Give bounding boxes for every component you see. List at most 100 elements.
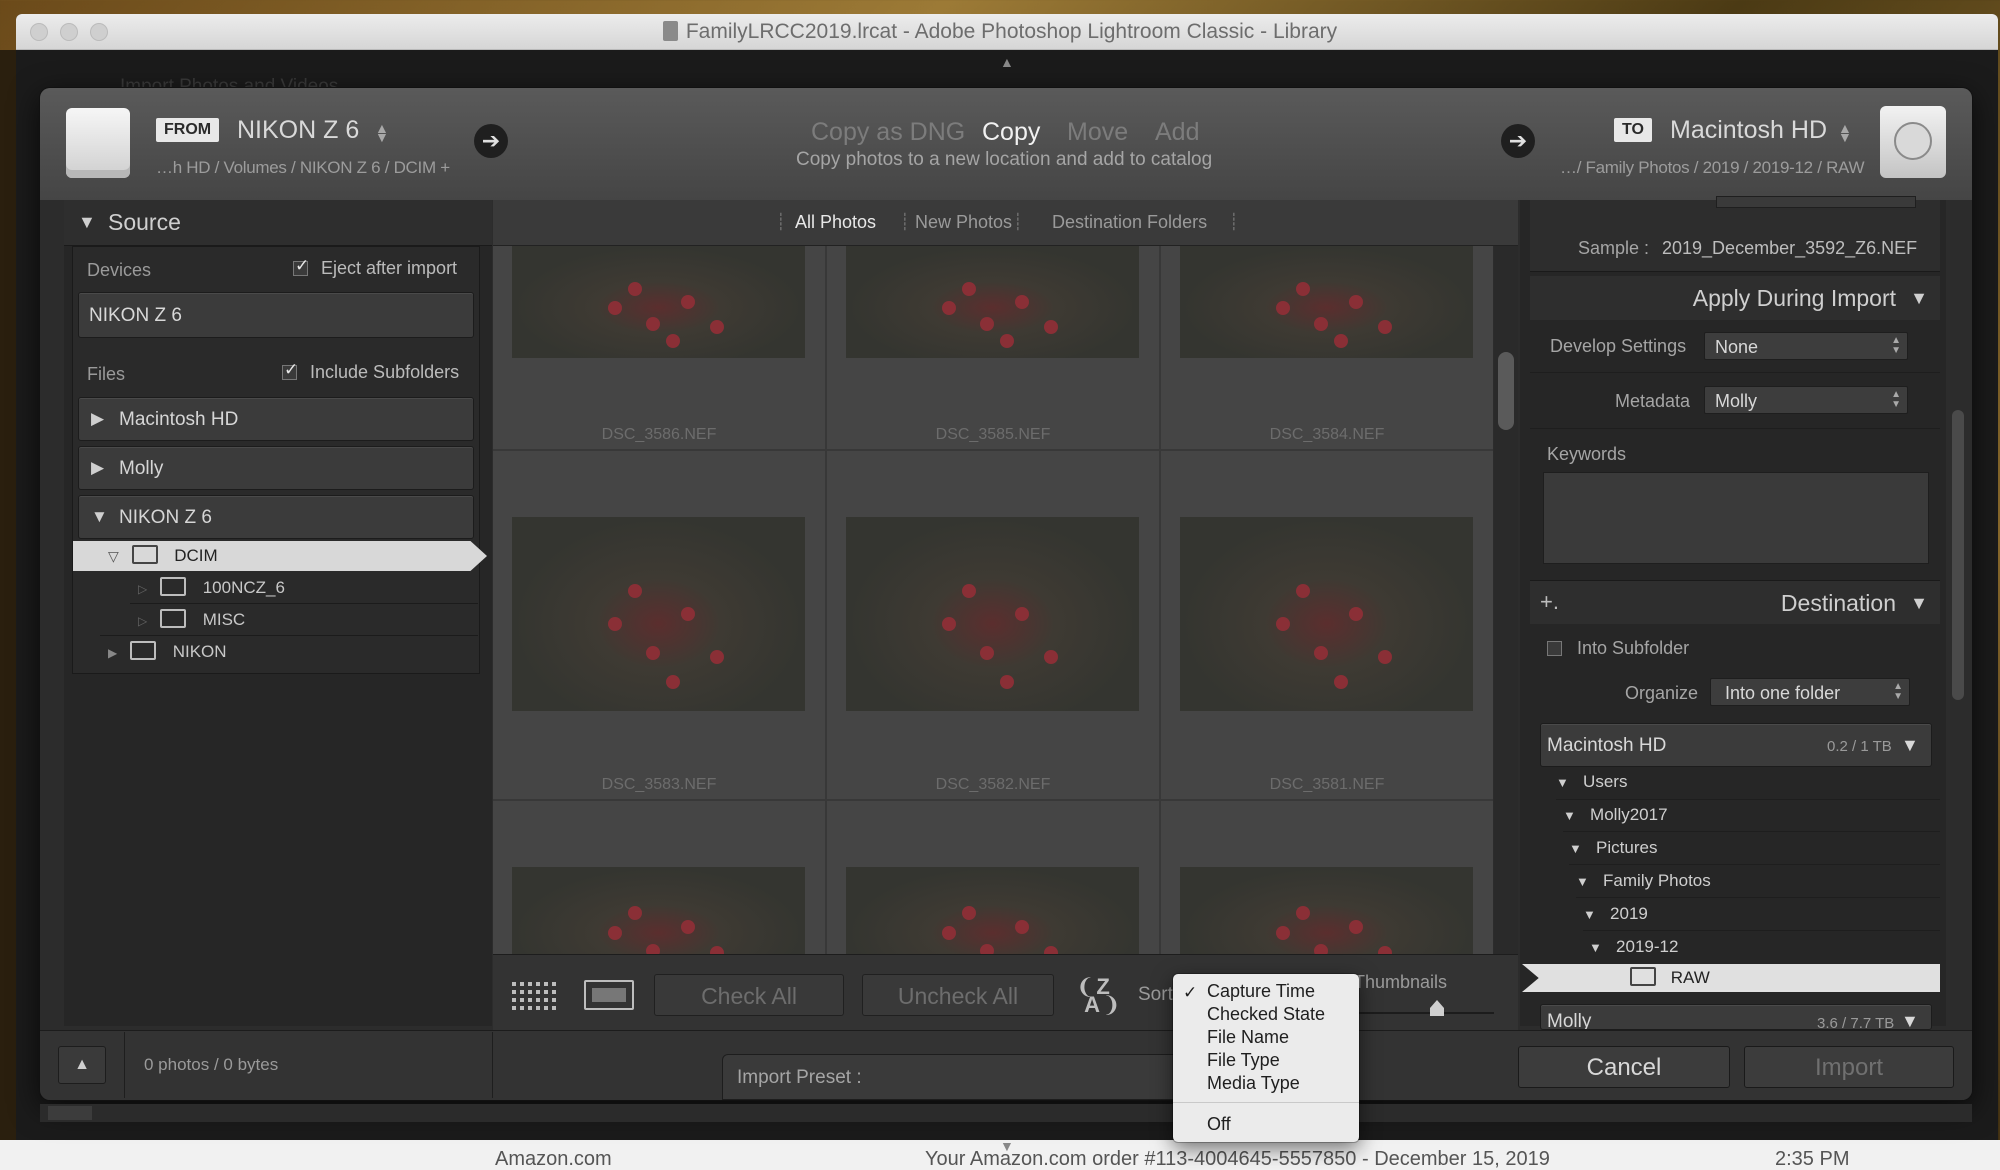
include-subfolders-checkbox[interactable] <box>282 360 298 380</box>
collapse-triangle-icon: ▼ <box>1576 874 1589 889</box>
collapse-triangle-icon: ▼ <box>1583 907 1596 922</box>
radish-dot <box>680 920 695 934</box>
to-badge: TO <box>1614 118 1652 142</box>
photo-cell[interactable]: DSC_3585.NEF <box>827 246 1161 451</box>
folder-name: 100NCZ_6 <box>202 578 285 597</box>
import-preset-bar[interactable]: Import Preset : <box>722 1054 1182 1100</box>
radish-dot <box>962 905 977 920</box>
photo-cell[interactable] <box>827 801 1161 954</box>
into-subfolder-checkbox[interactable] <box>1547 641 1562 656</box>
photo-filename: DSC_3585.NEF <box>935 426 1051 443</box>
mode-copy-as-dng[interactable]: Copy as DNG <box>811 118 965 147</box>
destination-header[interactable]: +. Destination ▼ <box>1530 580 1940 624</box>
radish-dot <box>645 944 660 954</box>
photo-cell[interactable]: DSC_3581.NEF <box>1161 451 1493 801</box>
file-renaming-section: Sample : 2019_December_3592_Z6.NEF <box>1530 196 1940 272</box>
include-subfolders-option[interactable]: Include Subfolders <box>282 360 459 383</box>
tree-item-dcim[interactable]: ▽ DCIM <box>108 545 218 566</box>
add-plus-icon[interactable]: +. <box>1540 589 1559 615</box>
photo-thumbnail <box>1180 246 1473 358</box>
source-stepper-icon[interactable]: ▲ ▼ <box>375 121 389 144</box>
radish-dot <box>1000 674 1015 689</box>
photo-cell[interactable] <box>1161 801 1493 954</box>
photo-thumbnail <box>1180 867 1473 954</box>
tree-item-misc[interactable]: ▷ MISC <box>138 609 245 630</box>
destination-title: Destination <box>1780 590 1896 616</box>
loupe-view-icon[interactable] <box>584 980 634 1010</box>
photo-cell[interactable]: DSC_3583.NEF <box>493 451 827 801</box>
radish-dot <box>941 300 956 315</box>
photo-cell[interactable] <box>493 801 827 954</box>
dest-tree-pictures[interactable]: ▼ Pictures <box>1569 838 1657 858</box>
sort-option-off[interactable]: Off <box>1207 1114 1231 1135</box>
volume-nikon-z6[interactable]: ▼ NIKON Z 6 <box>78 495 474 539</box>
destination-drive-name[interactable]: Macintosh HD <box>1670 116 1827 145</box>
photo-cell[interactable]: DSC_3586.NEF <box>493 246 827 451</box>
grid-scrollbar-thumb[interactable] <box>1498 352 1514 430</box>
metadata-value: Molly <box>1715 391 1758 411</box>
grid-view-icon[interactable] <box>512 980 560 1010</box>
radish-dot <box>979 645 994 660</box>
source-path[interactable]: …h HD / Volumes / NIKON Z 6 / DCIM + <box>156 158 450 178</box>
tab-new-photos[interactable]: New Photos <box>915 212 1012 233</box>
dest-tree-2019[interactable]: ▼ 2019 <box>1583 904 1648 924</box>
sort-option-file-type[interactable]: File Type <box>1207 1050 1280 1071</box>
cancel-button[interactable]: Cancel <box>1518 1046 1730 1088</box>
tree-item-nikon[interactable]: ▶ NIKON <box>108 641 227 662</box>
eject-after-import-option[interactable]: Eject after import <box>293 256 457 279</box>
folder-icon <box>159 577 186 596</box>
source-device-name[interactable]: NIKON Z 6 <box>237 116 359 145</box>
develop-settings-dropdown[interactable]: None ▲ ▼ <box>1704 332 1908 360</box>
keywords-input[interactable] <box>1543 472 1929 564</box>
mode-move[interactable]: Move <box>1067 118 1128 147</box>
import-button[interactable]: Import <box>1744 1046 1954 1088</box>
thumbnails-label: Thumbnails <box>1354 972 1448 992</box>
expand-triangle-icon: ▶ <box>108 646 118 660</box>
settings-scrollbar-thumb[interactable] <box>1952 410 1964 700</box>
collapse-bottom-arrow-icon[interactable]: ▼ <box>1000 1138 1014 1154</box>
tree-item-100ncz6[interactable]: ▷ 100NCZ_6 <box>138 577 285 598</box>
volume-molly[interactable]: ▶ Molly <box>78 446 474 490</box>
destination-volume-molly[interactable]: Molly 3.6 / 7.7 TB ▼ <box>1540 1004 1932 1030</box>
uncheck-all-button[interactable]: Uncheck All <box>862 974 1054 1016</box>
dest-tree-users[interactable]: ▼ Users <box>1556 772 1627 792</box>
thumbnail-size-slider[interactable] <box>1358 1012 1494 1014</box>
destination-stepper-icon[interactable]: ▲ ▼ <box>1838 121 1852 144</box>
apply-during-import-header[interactable]: Apply During Import ▼ <box>1530 276 1940 320</box>
destination-volume-macintosh-hd[interactable]: Macintosh HD 0.2 / 1 TB ▼ <box>1540 723 1932 767</box>
dest-tree-family-photos[interactable]: ▼ Family Photos <box>1576 871 1711 891</box>
sort-option-media-type[interactable]: Media Type <box>1207 1073 1300 1094</box>
sort-option-capture-time[interactable]: Capture Time <box>1207 981 1315 1002</box>
tab-destination-folders[interactable]: Destination Folders <box>1052 212 1207 233</box>
radish-dot <box>607 926 622 940</box>
radish-dot <box>710 649 725 664</box>
files-label: Files <box>87 364 126 384</box>
sort-label[interactable]: Sort <box>1138 984 1173 1006</box>
mode-add[interactable]: Add <box>1155 118 1199 147</box>
dest-tree-raw-selected[interactable] <box>1522 964 1940 992</box>
volume-macintosh-hd[interactable]: ▶ Macintosh HD <box>78 397 474 441</box>
photo-cell[interactable]: DSC_3582.NEF <box>827 451 1161 801</box>
mode-copy[interactable]: Copy <box>982 118 1040 147</box>
device-nikon-z6[interactable]: NIKON Z 6 <box>78 292 474 338</box>
dest-tree-raw[interactable]: RAW <box>1630 967 1710 988</box>
dest-tree-molly2017[interactable]: ▼ Molly2017 <box>1563 805 1668 825</box>
source-header[interactable]: ▼ Source <box>64 200 492 246</box>
check-all-button[interactable]: Check All <box>654 974 844 1016</box>
photo-cell[interactable]: DSC_3584.NEF <box>1161 246 1493 451</box>
destination-path[interactable]: …/ Family Photos / 2019 / 2019-12 / RAW <box>1560 158 1865 178</box>
eject-checkbox[interactable] <box>293 256 309 276</box>
organize-dropdown[interactable]: Into one folder ▲ ▼ <box>1710 678 1910 706</box>
metadata-dropdown[interactable]: Molly ▲ ▼ <box>1704 386 1908 414</box>
tab-all-photos[interactable]: All Photos <box>795 212 876 233</box>
loupe-image-icon <box>592 988 626 1002</box>
expand-dialog-up-icon[interactable]: ▲ <box>58 1046 106 1084</box>
sort-option-file-name[interactable]: File Name <box>1207 1027 1289 1048</box>
into-subfolder-option[interactable]: Into Subfolder <box>1547 638 1689 659</box>
dest-tree-2019-12[interactable]: ▼ 2019-12 <box>1589 937 1678 957</box>
sort-option-checked-state[interactable]: Checked State <box>1207 1004 1325 1025</box>
collapse-top-arrow-icon[interactable]: ▲ <box>1000 54 1014 70</box>
sort-az-icon[interactable]: ❨Z A❩ <box>1076 976 1122 1016</box>
mail-subject: Your Amazon.com order #113-4004645-55578… <box>925 1148 1550 1170</box>
radish-dot <box>1014 607 1029 621</box>
